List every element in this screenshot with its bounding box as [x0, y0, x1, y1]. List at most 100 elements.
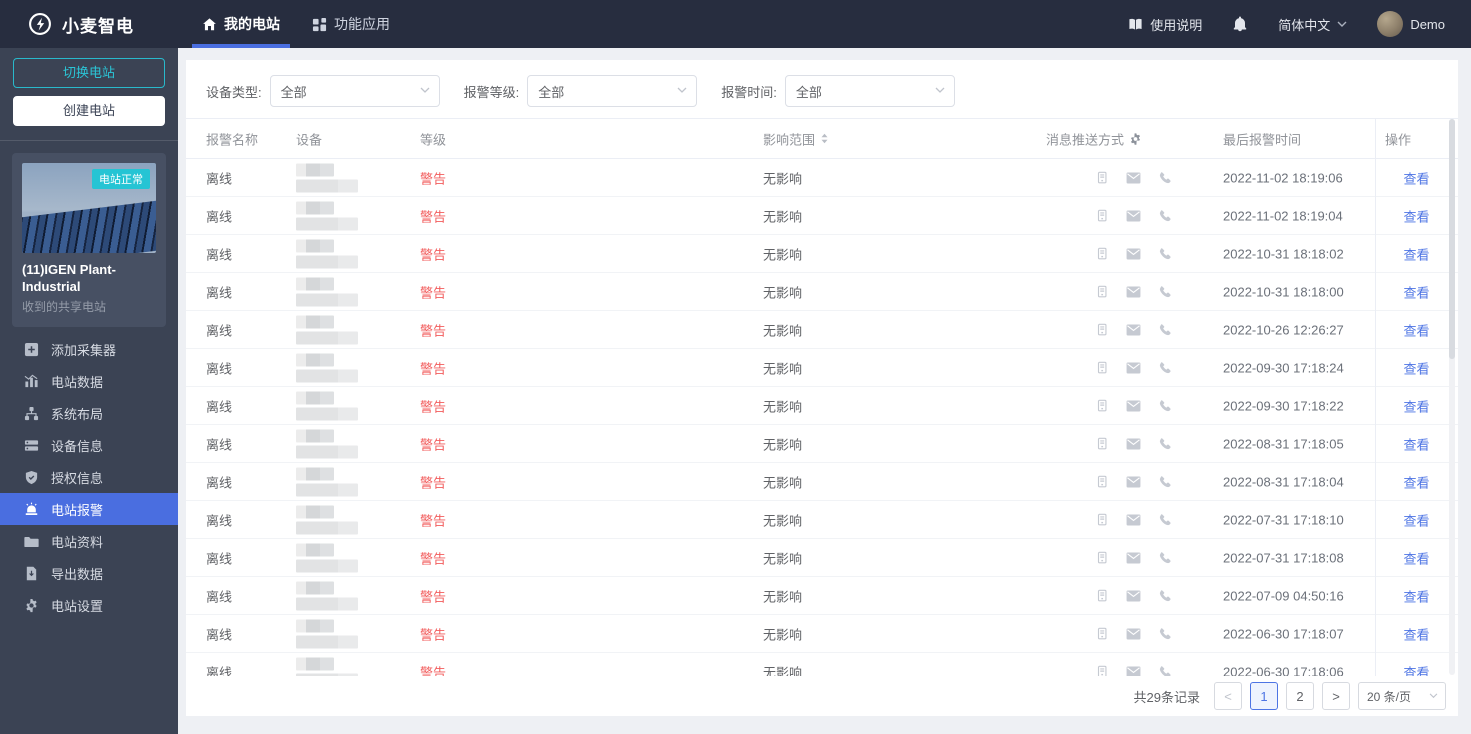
message-icon	[1095, 285, 1109, 299]
gear-icon	[24, 598, 39, 613]
phone-icon	[1158, 475, 1172, 489]
view-link[interactable]: 查看	[1403, 437, 1429, 452]
mosaic-block	[296, 505, 334, 518]
sort-icon[interactable]	[820, 133, 829, 145]
view-link[interactable]: 查看	[1403, 627, 1429, 642]
mail-icon	[1126, 475, 1141, 488]
mail-icon	[1126, 551, 1141, 564]
phone-icon	[1158, 551, 1172, 565]
alarm-time-select[interactable]: 全部	[784, 75, 955, 107]
table-row: 离线 警告 无影响 2022-11-02 18:19:04 查看	[186, 197, 1458, 235]
book-icon	[1128, 17, 1143, 32]
view-link[interactable]: 查看	[1403, 589, 1429, 604]
alarm-level: 警告	[420, 551, 447, 566]
impact-scope: 无影响	[763, 437, 803, 452]
device-name-blurred	[296, 505, 358, 534]
last-alarm-time: 2022-10-26 12:26:27	[1223, 322, 1344, 337]
view-link[interactable]: 查看	[1403, 171, 1429, 186]
mosaic-block	[296, 619, 334, 632]
alarm-level: 警告	[420, 361, 447, 376]
help-link[interactable]: 使用说明	[1128, 15, 1202, 34]
sidebar-item-add-collector[interactable]: 添加采集器	[0, 333, 178, 365]
filter-bar: 设备类型: 全部 报警等级: 全部 报警时间: 全部	[206, 75, 979, 107]
push-settings-gear-icon[interactable]	[1129, 132, 1142, 145]
notifications-button[interactable]	[1232, 16, 1248, 32]
sidebar-item-system-layout[interactable]: 系统布局	[0, 397, 178, 429]
view-link[interactable]: 查看	[1403, 475, 1429, 490]
view-link[interactable]: 查看	[1403, 323, 1429, 338]
mosaic-block	[296, 163, 334, 176]
next-page-button[interactable]: >	[1322, 682, 1350, 710]
table-body: 离线 警告 无影响 2022-11-02 18:19:06 查看 离线 警告 无…	[186, 159, 1458, 716]
view-link[interactable]: 查看	[1403, 209, 1429, 224]
mosaic-block	[296, 445, 358, 458]
alarm-name: 离线	[206, 437, 233, 452]
device-name-blurred	[296, 277, 358, 306]
mosaic-block	[296, 315, 334, 328]
impact-scope: 无影响	[763, 551, 803, 566]
phone-icon	[1158, 285, 1172, 299]
sidebar-item-plant-alarms[interactable]: 电站报警	[0, 493, 178, 525]
push-method-icons	[1095, 247, 1172, 261]
view-link[interactable]: 查看	[1403, 513, 1429, 528]
user-menu[interactable]: Demo	[1377, 11, 1445, 37]
create-plant-button[interactable]: 创建电站	[13, 96, 165, 126]
plant-subtitle: 收到的共享电站	[22, 300, 107, 314]
phone-icon	[1158, 323, 1172, 337]
prev-page-button[interactable]: <	[1214, 682, 1242, 710]
mail-icon	[1126, 399, 1141, 412]
impact-scope: 无影响	[763, 589, 803, 604]
select-value: 全部	[795, 84, 822, 100]
tab-function-apps[interactable]: 功能应用	[296, 0, 406, 48]
sidebar-item-export-data[interactable]: 导出数据	[0, 557, 178, 589]
filter-alarm-level: 报警等级: 全部	[464, 75, 698, 107]
device-name-blurred	[296, 543, 358, 572]
device-type-select[interactable]: 全部	[269, 75, 440, 107]
sidebar-item-plant-data[interactable]: 电站数据	[0, 365, 178, 397]
last-alarm-time: 2022-11-02 18:19:04	[1223, 208, 1343, 223]
impact-scope: 无影响	[763, 209, 803, 224]
page-button-1[interactable]: 1	[1250, 682, 1278, 710]
sidebar-menu: 添加采集器 电站数据 系统布局 设备信息 授权信息 电站报警 电站资料 导出数据…	[0, 333, 178, 621]
bar-chart-icon	[24, 374, 39, 389]
table-row: 离线 警告 无影响 2022-10-31 18:18:00 查看	[186, 273, 1458, 311]
sidebar-item-plant-settings[interactable]: 电站设置	[0, 589, 178, 621]
table-row: 离线 警告 无影响 2022-08-31 17:18:05 查看	[186, 425, 1458, 463]
mosaic-block	[296, 597, 358, 610]
switch-plant-button[interactable]: 切换电站	[13, 58, 165, 88]
top-navbar: 小麦智电 我的电站 功能应用 使用说明 简体中文 Demo	[0, 0, 1471, 48]
phone-icon	[1158, 437, 1172, 451]
fixed-column-divider	[1375, 118, 1376, 676]
column-push-method: 消息推送方式	[1046, 129, 1142, 148]
message-icon	[1095, 399, 1109, 413]
apps-icon	[312, 17, 327, 32]
push-method-icons	[1095, 437, 1172, 451]
view-link[interactable]: 查看	[1403, 247, 1429, 262]
view-link[interactable]: 查看	[1403, 399, 1429, 414]
alarm-name: 离线	[206, 627, 233, 642]
sidebar-item-device-info[interactable]: 设备信息	[0, 429, 178, 461]
mosaic-block	[296, 657, 334, 670]
tab-my-plant[interactable]: 我的电站	[186, 0, 296, 48]
impact-scope: 无影响	[763, 171, 803, 186]
plant-card[interactable]: 电站正常 (11)IGEN Plant-Industrial 收到的共享电站	[12, 153, 166, 327]
app-logo: 小麦智电	[0, 12, 178, 37]
page-button-2[interactable]: 2	[1286, 682, 1314, 710]
mosaic-block	[296, 201, 334, 214]
mosaic-block	[296, 483, 358, 496]
column-level: 等级	[420, 132, 447, 147]
sidebar-item-authorization-info[interactable]: 授权信息	[0, 461, 178, 493]
scrollbar-thumb[interactable]	[1449, 119, 1455, 359]
alarm-level-select[interactable]: 全部	[527, 75, 698, 107]
view-link[interactable]: 查看	[1403, 551, 1429, 566]
language-select[interactable]: 简体中文	[1278, 15, 1347, 34]
page-size-select[interactable]: 20 条/页	[1358, 682, 1446, 710]
view-link[interactable]: 查看	[1403, 361, 1429, 376]
sidebar-item-plant-documents[interactable]: 电站资料	[0, 525, 178, 557]
table-row: 离线 警告 无影响 2022-11-02 18:19:06 查看	[186, 159, 1458, 197]
avatar	[1377, 11, 1404, 37]
push-method-icons	[1095, 171, 1172, 185]
phone-icon	[1158, 399, 1172, 413]
table-header: 报警名称 设备 等级 影响范围 消息推送方式 最后报警时间 操作	[186, 118, 1458, 159]
view-link[interactable]: 查看	[1403, 285, 1429, 300]
